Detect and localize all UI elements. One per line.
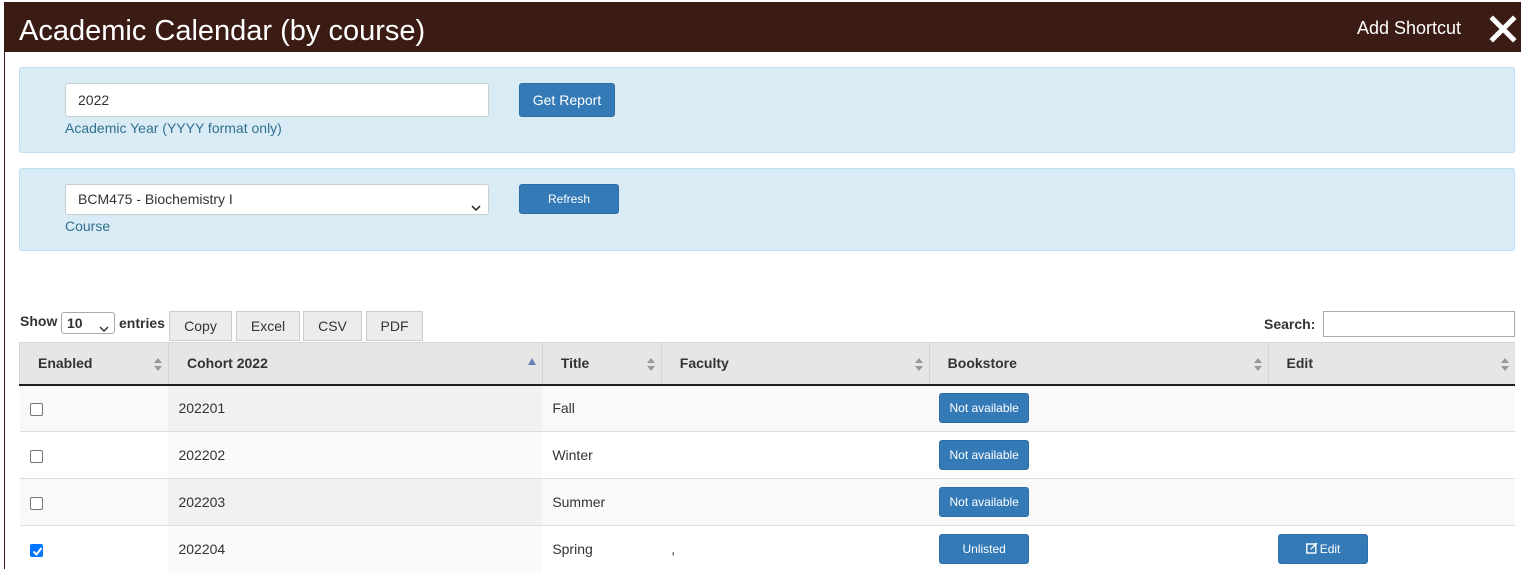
edit-cell [1268,384,1515,432]
cohort-cell: 202201 [168,384,543,432]
sort-icon [914,358,923,371]
academic-year-input[interactable] [65,83,489,117]
table-row: 202201 Fall Not available [19,384,1515,432]
enabled-checkbox[interactable] [29,496,43,510]
get-report-button[interactable]: Get Report [519,83,615,117]
enabled-checkbox[interactable] [29,403,43,417]
column-header-label: Enabled [38,355,93,372]
add-shortcut-link[interactable]: Add Shortcut [1357,18,1461,39]
page-length-select[interactable]: 10 [61,312,115,334]
edit-cell [1268,478,1515,526]
cohort-cell: 202204 [168,525,543,573]
academic-year-help: Academic Year (YYYY format only) [65,120,282,136]
column-header-label: Bookstore [947,355,1017,372]
enabled-checkbox[interactable] [29,449,43,463]
title-cell: Summer [542,478,662,526]
course-help: Course [65,218,111,234]
sort-icon [1501,358,1509,371]
table-row: 202203 Summer Not available [19,478,1515,526]
title-cell: Fall [542,384,662,432]
entries-label: entries [119,315,165,331]
title-bar: Academic Calendar (by course) Add Shortc… [4,2,1521,52]
show-label: Show [20,313,58,329]
faculty-cell [661,478,930,526]
enabled-checkbox[interactable] [29,544,43,558]
edit-cell [1268,431,1515,479]
title-cell: Spring [542,525,662,573]
edit-button[interactable]: Edit [1278,534,1369,565]
excel-button[interactable]: Excel [236,311,300,341]
course-select-value: BCM475 - Biochemistry I [78,191,233,207]
column-header-cohort[interactable]: Cohort 2022 [167,342,543,386]
edit-label: Edit [1319,542,1341,557]
column-header-faculty[interactable]: Faculty [660,342,930,386]
calendar-table: Enabled Cohort 2022 Title Faculty Bookst… [19,342,1515,573]
faculty-cell: , [661,525,930,573]
column-header-label: Faculty [679,355,729,372]
faculty-cell [661,431,930,479]
chevron-down-icon [470,195,482,212]
search-label: Search: [1264,316,1316,332]
search-input[interactable] [1323,311,1515,337]
page-title: Academic Calendar (by course) [19,15,426,47]
edit-icon [1305,542,1318,554]
check-icon [32,547,42,557]
column-header-title[interactable]: Title [541,342,662,386]
title-cell: Winter [542,431,662,479]
cohort-cell: 202202 [168,431,543,479]
sort-icon [646,358,655,371]
sort-icon [153,358,162,371]
close-icon[interactable] [1488,14,1518,44]
pdf-button[interactable]: PDF [366,311,423,341]
copy-button[interactable]: Copy [169,311,232,341]
cohort-cell: 202203 [168,478,543,526]
table-row: 202204 Spring , Unlisted Edit [19,525,1515,573]
column-header-bookstore[interactable]: Bookstore [928,342,1269,386]
bookstore-button[interactable]: Not available [939,440,1030,470]
course-panel: BCM475 - Biochemistry I Course Refresh [19,168,1515,251]
chevron-down-icon [99,319,109,333]
faculty-cell [661,384,930,432]
window-border [4,52,5,569]
column-header-label: Title [560,355,590,372]
page-length-value: 10 [67,315,83,331]
course-select[interactable]: BCM475 - Biochemistry I [65,184,489,215]
column-header-enabled[interactable]: Enabled [19,342,169,386]
table-row: 202202 Winter Not available [19,431,1515,479]
sort-ascending-icon [527,358,536,365]
bookstore-button[interactable]: Not available [939,487,1030,517]
column-header-label: Cohort 2022 [186,355,268,372]
column-header-label: Edit [1286,355,1313,372]
report-panel: Academic Year (YYYY format only) Get Rep… [19,67,1515,153]
bookstore-button[interactable]: Unlisted [939,534,1030,565]
sort-icon [1253,358,1262,371]
bookstore-button[interactable]: Not available [939,393,1030,424]
refresh-button[interactable]: Refresh [519,184,619,214]
csv-button[interactable]: CSV [303,311,362,341]
column-header-edit[interactable]: Edit [1267,342,1515,386]
